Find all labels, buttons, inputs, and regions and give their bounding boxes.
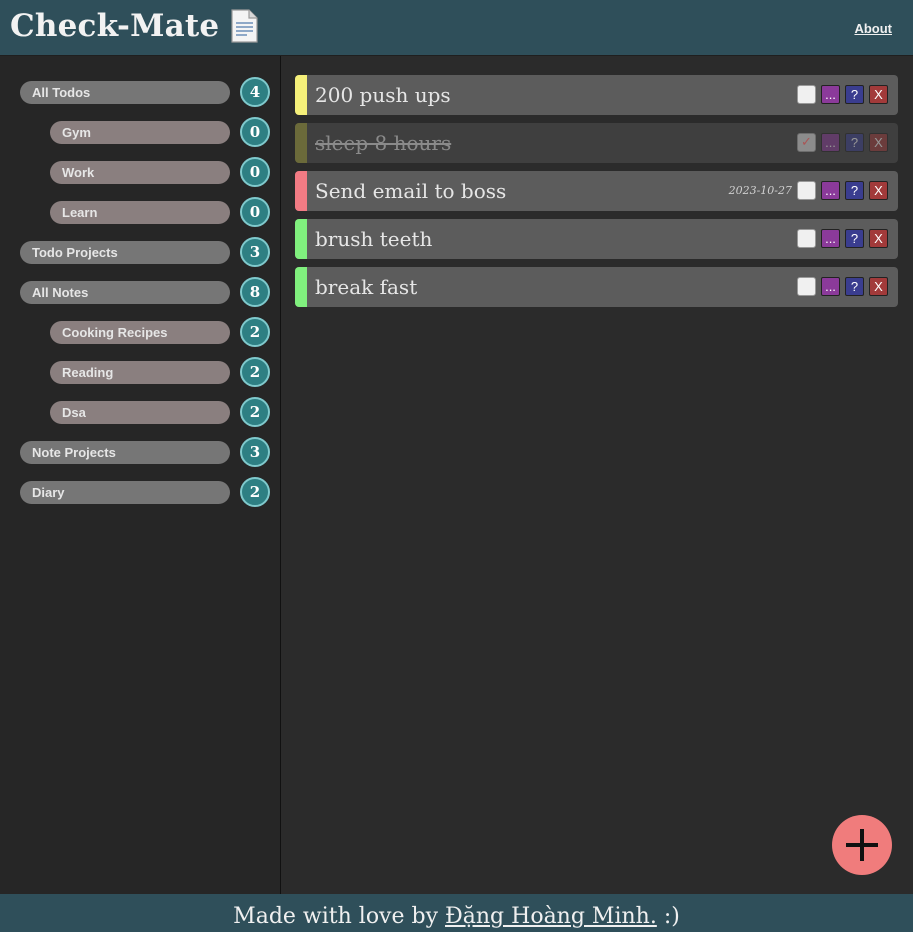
sidebar-item-label[interactable]: Cooking Recipes xyxy=(50,320,230,344)
sidebar-item-all-todos[interactable]: All Todos xyxy=(20,76,230,108)
count-badge: 2 xyxy=(240,357,270,387)
delete-button[interactable]: X xyxy=(869,181,888,200)
todo-item[interactable]: sleep 8 hours ✓ ... ? X xyxy=(295,123,898,163)
priority-stripe xyxy=(295,219,307,259)
todo-item[interactable]: 200 push ups ... ? X xyxy=(295,75,898,115)
delete-button[interactable]: X xyxy=(869,229,888,248)
sidebar-item-label[interactable]: All Todos xyxy=(20,80,230,104)
sidebar-item-label[interactable]: Reading xyxy=(50,360,230,384)
sidebar-item-all-notes[interactable]: All Notes xyxy=(20,276,230,308)
priority-stripe xyxy=(295,75,307,115)
delete-button[interactable]: X xyxy=(869,133,888,152)
document-icon xyxy=(229,9,259,43)
todo-title[interactable]: break fast xyxy=(315,275,417,299)
footer-text: Made with love by xyxy=(233,904,446,929)
sidebar-item-note-projects[interactable]: Note Projects xyxy=(20,436,230,468)
more-button[interactable]: ... xyxy=(821,277,840,296)
author-link[interactable]: Đặng Hoàng Minh. xyxy=(445,904,657,929)
sidebar-item-learn[interactable]: Learn xyxy=(50,196,230,228)
sidebar-item-diary[interactable]: Diary xyxy=(20,476,230,508)
sidebar-item-label[interactable]: Note Projects xyxy=(20,440,230,464)
brand[interactable]: Check-Mate xyxy=(10,8,259,44)
sidebar-item-dsa[interactable]: Dsa xyxy=(50,396,230,428)
more-button[interactable]: ... xyxy=(821,133,840,152)
todo-item[interactable]: Send email to boss 2023-10-27 ... ? X xyxy=(295,171,898,211)
info-button[interactable]: ? xyxy=(845,277,864,296)
app-title: Check-Mate xyxy=(10,8,220,44)
count-badge: 4 xyxy=(240,77,270,107)
count-badge: 3 xyxy=(240,237,270,267)
footer-suffix: :) xyxy=(656,904,680,929)
due-date: 2023-10-27 xyxy=(728,184,792,197)
sidebar-item-label[interactable]: Gym xyxy=(50,120,230,144)
check-mark-icon: ✓ xyxy=(801,135,812,150)
count-badge: 0 xyxy=(240,117,270,147)
todo-title[interactable]: Send email to boss xyxy=(315,179,506,203)
header-bar: Check-Mate About xyxy=(0,0,913,56)
count-badge: 0 xyxy=(240,157,270,187)
sidebar-item-label[interactable]: Dsa xyxy=(50,400,230,424)
sidebar-item-work[interactable]: Work xyxy=(50,156,230,188)
sidebar: All Todos 4 Gym 0 Work 0 Learn 0 Todo Pr… xyxy=(0,56,281,894)
more-button[interactable]: ... xyxy=(821,229,840,248)
sidebar-item-reading[interactable]: Reading xyxy=(50,356,230,388)
count-badge: 8 xyxy=(240,277,270,307)
priority-stripe xyxy=(295,267,307,307)
todo-title[interactable]: sleep 8 hours xyxy=(315,131,451,155)
sidebar-item-label[interactable]: Work xyxy=(50,160,230,184)
todo-item[interactable]: brush teeth ... ? X xyxy=(295,219,898,259)
todo-title[interactable]: 200 push ups xyxy=(315,83,451,107)
todo-list: 200 push ups ... ? X sleep 8 hours ✓ ...… xyxy=(282,56,913,894)
info-button[interactable]: ? xyxy=(845,85,864,104)
sidebar-item-label[interactable]: Todo Projects xyxy=(20,240,230,264)
more-button[interactable]: ... xyxy=(821,181,840,200)
sidebar-item-label[interactable]: Learn xyxy=(50,200,230,224)
complete-checkbox[interactable] xyxy=(797,277,816,296)
info-button[interactable]: ? xyxy=(845,229,864,248)
footer: Made with love by Đặng Hoàng Minh. :) xyxy=(0,894,913,932)
count-badge: 2 xyxy=(240,477,270,507)
complete-checkbox[interactable] xyxy=(797,181,816,200)
priority-stripe xyxy=(295,171,307,211)
info-button[interactable]: ? xyxy=(845,181,864,200)
todo-item[interactable]: break fast ... ? X xyxy=(295,267,898,307)
count-badge: 2 xyxy=(240,317,270,347)
todo-title[interactable]: brush teeth xyxy=(315,227,432,251)
delete-button[interactable]: X xyxy=(869,277,888,296)
more-button[interactable]: ... xyxy=(821,85,840,104)
count-badge: 2 xyxy=(240,397,270,427)
sidebar-item-cooking-recipes[interactable]: Cooking Recipes xyxy=(50,316,230,348)
sidebar-item-label[interactable]: All Notes xyxy=(20,280,230,304)
complete-checkbox[interactable] xyxy=(797,229,816,248)
sidebar-item-label[interactable]: Diary xyxy=(20,480,230,504)
complete-checkbox[interactable]: ✓ xyxy=(797,133,816,152)
sidebar-item-gym[interactable]: Gym xyxy=(50,116,230,148)
priority-stripe xyxy=(295,123,307,163)
info-button[interactable]: ? xyxy=(845,133,864,152)
delete-button[interactable]: X xyxy=(869,85,888,104)
count-badge: 3 xyxy=(240,437,270,467)
complete-checkbox[interactable] xyxy=(797,85,816,104)
add-button[interactable] xyxy=(832,815,892,875)
sidebar-item-todo-projects[interactable]: Todo Projects xyxy=(20,236,230,268)
about-link[interactable]: About xyxy=(854,21,892,36)
count-badge: 0 xyxy=(240,197,270,227)
